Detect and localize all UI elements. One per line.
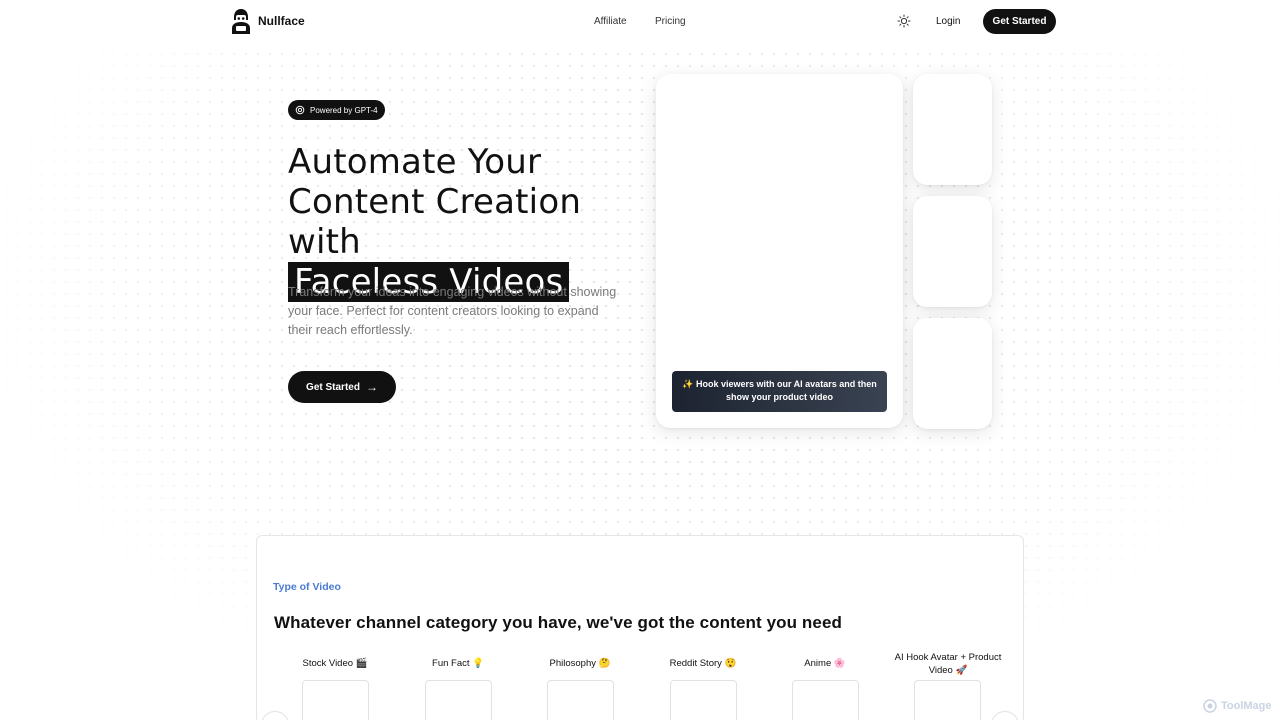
header-get-started-button[interactable]: Get Started xyxy=(983,9,1056,34)
hero-cta-label: Get Started xyxy=(306,381,360,393)
video-types-section: Type of Video Whatever channel category … xyxy=(256,535,1024,720)
chevron-left-icon[interactable] xyxy=(261,711,289,720)
chevron-right-icon[interactable] xyxy=(991,711,1019,720)
hero-title: Automate Your Content Creation with Face… xyxy=(288,142,648,302)
category-anime[interactable]: Anime 🌸 xyxy=(765,657,885,670)
masked-figure-logo-icon xyxy=(232,9,250,34)
hero-subtitle: Transform your ideas into engaging video… xyxy=(288,285,617,337)
category-preview-fun-fact[interactable] xyxy=(425,680,492,720)
brand-logo[interactable]: Nullface xyxy=(230,8,305,34)
preview-caption: ✨ Hook viewers with our AI avatars and t… xyxy=(672,371,887,412)
section-title: Whatever channel category you have, we'v… xyxy=(274,613,842,632)
sun-icon[interactable] xyxy=(897,14,911,28)
powered-by-badge: Powered by GPT-4 xyxy=(288,100,385,120)
section-label: Type of Video xyxy=(273,581,341,593)
category-preview-stock-video[interactable] xyxy=(302,680,369,720)
brand-name: Nullface xyxy=(258,14,305,28)
category-preview-ai-hook-avatar[interactable] xyxy=(914,680,981,720)
category-stock-video[interactable]: Stock Video 🎬 xyxy=(275,657,395,670)
video-thumbnail-1[interactable] xyxy=(913,74,992,185)
nav-link-affiliate[interactable]: Affiliate xyxy=(594,16,627,27)
hero-title-line1: Automate Your xyxy=(288,142,542,182)
hero-get-started-button[interactable]: Get Started → xyxy=(288,371,396,403)
category-ai-hook-avatar[interactable]: AI Hook Avatar + Product Video 🚀 xyxy=(888,651,1008,677)
category-preview-anime[interactable] xyxy=(792,680,859,720)
video-thumbnail-3[interactable] xyxy=(913,318,992,429)
watermark-logo-icon xyxy=(1203,699,1217,713)
category-preview-reddit-story[interactable] xyxy=(670,680,737,720)
category-preview-philosophy[interactable] xyxy=(547,680,614,720)
nav-link-pricing[interactable]: Pricing xyxy=(655,16,686,27)
site-header: Nullface Affiliate Pricing Login Get Sta… xyxy=(0,0,1280,44)
login-link[interactable]: Login xyxy=(936,16,960,27)
arrow-right-icon: → xyxy=(365,380,378,394)
category-philosophy[interactable]: Philosophy 🤔 xyxy=(520,657,640,670)
openai-icon xyxy=(295,105,305,115)
watermark-text: ToolMage xyxy=(1221,700,1272,712)
video-thumbnail-2[interactable] xyxy=(913,196,992,307)
category-reddit-story[interactable]: Reddit Story 😲 xyxy=(643,657,763,670)
watermark: ToolMage xyxy=(1203,699,1272,713)
hero-title-line2: Content Creation with xyxy=(288,182,582,262)
badge-label: Powered by GPT-4 xyxy=(310,105,378,115)
category-fun-fact[interactable]: Fun Fact 💡 xyxy=(398,657,518,670)
